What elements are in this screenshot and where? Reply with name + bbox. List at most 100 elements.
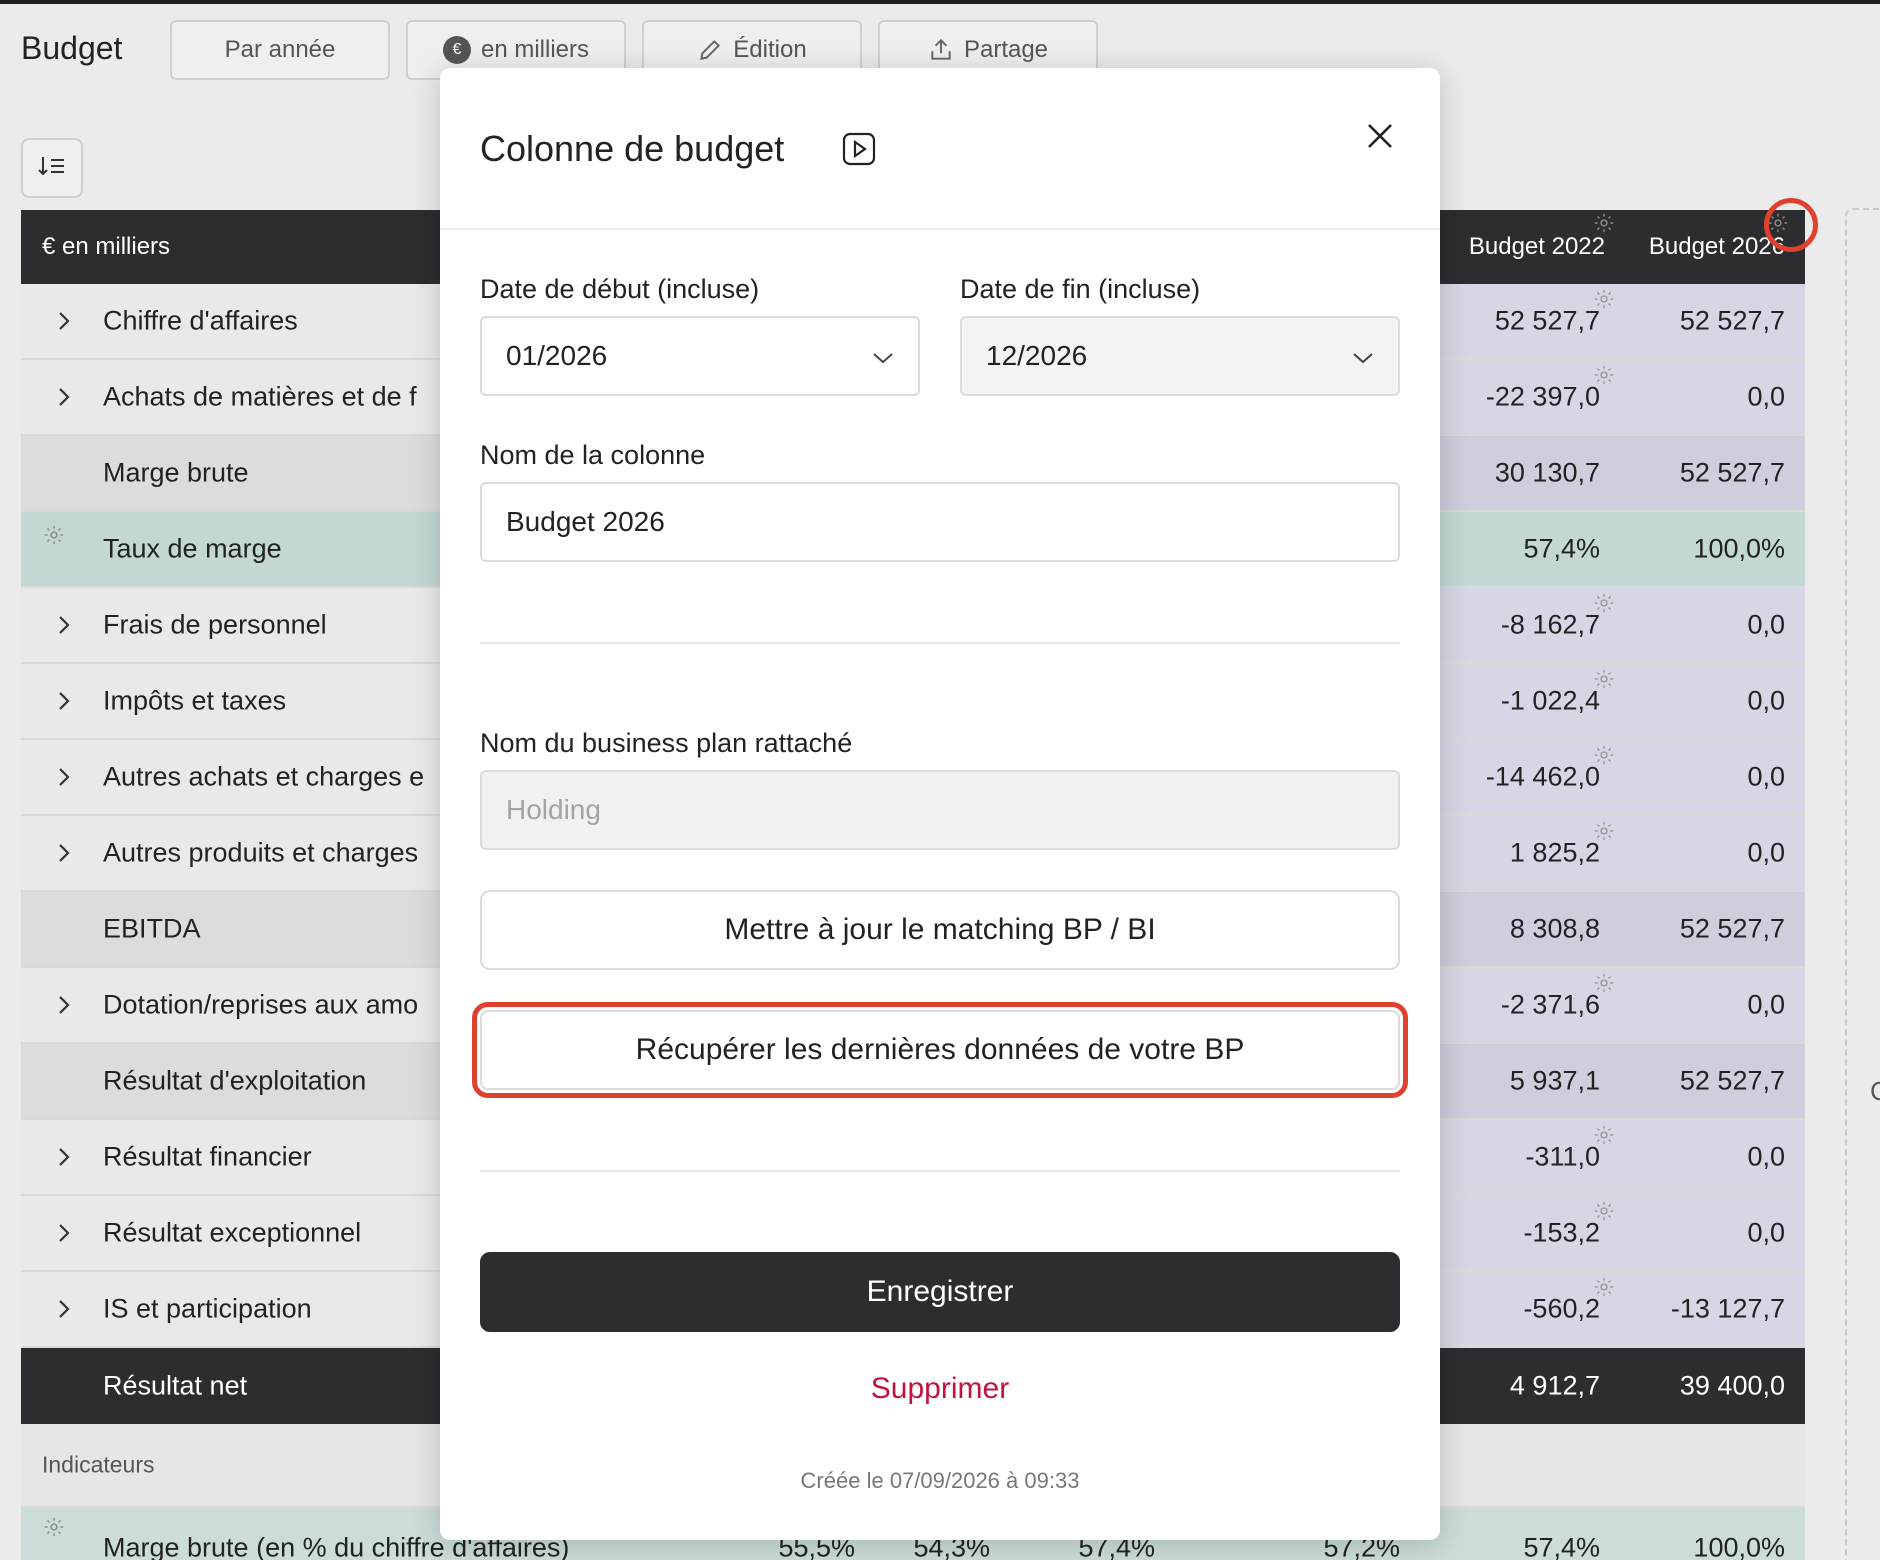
row-label: Autres achats et charges e [103, 761, 425, 792]
gear-icon[interactable] [43, 524, 65, 546]
cell-budget-2022: -311,0 [1525, 1141, 1600, 1172]
cell-budget-2026: 0,0 [1747, 1141, 1785, 1172]
row-label: Résultat net [103, 1370, 248, 1401]
budget-column-modal: Colonne de budget Date de début (incluse… [440, 68, 1440, 1540]
period-button[interactable]: Par année [170, 20, 390, 80]
cell-budget-2022: 52 527,7 [1494, 305, 1600, 336]
business-plan-value: Holding [506, 794, 601, 825]
modal-title: Colonne de budget [480, 128, 785, 169]
edit-button-label: Édition [733, 36, 807, 63]
cell-budget-2026: 52 527,7 [1679, 305, 1785, 336]
cell-budget-2026: 39 400,0 [1679, 1370, 1785, 1401]
end-date-select[interactable]: 12/2026 [960, 316, 1400, 396]
cell-budget-2026: -13 127,7 [1670, 1293, 1785, 1324]
share-button-label: Partage [963, 36, 1049, 63]
cell-budget-2022: 4 912,7 [1509, 1370, 1600, 1401]
close-icon[interactable] [1360, 116, 1400, 156]
pencil-icon [697, 37, 723, 63]
chevron-right-icon[interactable] [57, 1146, 71, 1168]
fetch-latest-bp-button[interactable]: Récupérer les dernières données de votre… [472, 1002, 1408, 1098]
row-label: Résultat financier [103, 1141, 312, 1172]
unit-button-label: en milliers [480, 36, 590, 63]
cell-budget-2026: 0,0 [1747, 761, 1785, 792]
video-tutorial-icon[interactable] [842, 132, 876, 166]
chevron-down-icon [1352, 340, 1374, 372]
cell-budget-2026: 0,0 [1747, 685, 1785, 716]
euro-icon: € [442, 36, 471, 64]
end-date-label: Date de fin (incluse) [960, 274, 1201, 304]
update-matching-label: Mettre à jour le matching BP / BI [724, 913, 1156, 946]
top-border [0, 0, 1880, 4]
modal-header-divider [440, 228, 1440, 230]
cell-budget-2022: 8 308,8 [1509, 913, 1600, 944]
chevron-right-icon[interactable] [57, 614, 71, 636]
cell-budget-2022: -14 462,0 [1485, 761, 1600, 792]
end-date-value: 12/2026 [986, 340, 1088, 371]
unit-header-label: € en milliers [42, 233, 171, 260]
period-button-label: Par année [224, 36, 336, 63]
chevron-right-icon[interactable] [57, 386, 71, 408]
cell-budget-2022: 57,4% [1523, 1532, 1600, 1560]
sort-icon [38, 154, 66, 183]
gear-icon[interactable] [43, 1516, 65, 1538]
highlight-circle [1764, 198, 1818, 252]
modal-separator [480, 1170, 1400, 1172]
cell-budget-2022: 5 937,1 [1509, 1065, 1600, 1096]
chevron-right-icon[interactable] [57, 690, 71, 712]
cell-budget-2026: 0,0 [1747, 381, 1785, 412]
delete-button[interactable]: Supprimer [480, 1372, 1400, 1406]
column-header-budget-2026: Budget 2026 [1648, 233, 1785, 260]
cell-budget-2022: -2 371,6 [1500, 989, 1600, 1020]
section-label: Indicateurs [42, 1451, 155, 1478]
gear-icon[interactable] [1593, 212, 1615, 234]
cell-budget-2026: 100,0% [1693, 533, 1785, 564]
cell-budget-2022: 57,4% [1523, 533, 1600, 564]
row-label: Impôts et taxes [103, 685, 287, 716]
side-panel-char: C [1870, 1076, 1880, 1106]
chevron-right-icon[interactable] [57, 1222, 71, 1244]
row-label: Résultat exceptionnel [103, 1217, 362, 1248]
save-button-label: Enregistrer [866, 1275, 1014, 1308]
column-name-label: Nom de la colonne [480, 440, 706, 470]
cell-budget-2022: -8 162,7 [1500, 609, 1600, 640]
row-label: Achats de matières et de f [103, 381, 417, 412]
sort-button[interactable] [21, 138, 83, 198]
cell-budget-2026: 52 527,7 [1679, 913, 1785, 944]
page-title: Budget [21, 30, 123, 66]
cell-budget-2026: 0,0 [1747, 837, 1785, 868]
row-label: Résultat d'exploitation [103, 1065, 367, 1096]
chevron-right-icon[interactable] [57, 842, 71, 864]
row-label: Dotation/reprises aux amo [103, 989, 419, 1020]
row-label: Marge brute [103, 457, 249, 488]
row-label: Taux de marge [103, 533, 282, 564]
cell-budget-2022: -153,2 [1523, 1217, 1600, 1248]
modal-separator [480, 642, 1400, 644]
share-icon [928, 37, 954, 63]
start-date-label: Date de début (incluse) [480, 274, 760, 304]
start-date-value: 01/2026 [506, 340, 608, 371]
row-label: IS et participation [103, 1293, 312, 1324]
business-plan-field: Holding [480, 770, 1400, 850]
row-label: EBITDA [103, 913, 201, 944]
row-label: Frais de personnel [103, 609, 327, 640]
business-plan-label: Nom du business plan rattaché [480, 728, 853, 758]
chevron-right-icon[interactable] [57, 994, 71, 1016]
cell-budget-2022: -1 022,4 [1500, 685, 1600, 716]
column-header-budget-2022: Budget 2022 [1468, 233, 1605, 260]
save-button[interactable]: Enregistrer [480, 1252, 1400, 1332]
chevron-right-icon[interactable] [57, 310, 71, 332]
chevron-right-icon[interactable] [57, 766, 71, 788]
cell-budget-2022: 30 130,7 [1494, 457, 1600, 488]
update-matching-button[interactable]: Mettre à jour le matching BP / BI [480, 890, 1400, 970]
chevron-right-icon[interactable] [57, 1298, 71, 1320]
cell-budget-2026: 100,0% [1693, 1532, 1785, 1560]
cell-budget-2026: 52 527,7 [1679, 1065, 1785, 1096]
fetch-latest-bp-label: Récupérer les dernières données de votre… [635, 1033, 1245, 1066]
add-column-dropzone[interactable] [1845, 208, 1880, 1560]
cell-budget-2026: 52 527,7 [1679, 457, 1785, 488]
start-date-select[interactable]: 01/2026 [480, 316, 920, 396]
row-label: Autres produits et charges [103, 837, 419, 868]
cell-budget-2022: -22 397,0 [1485, 381, 1600, 412]
cell-budget-2026: 0,0 [1747, 1217, 1785, 1248]
column-name-input[interactable] [480, 482, 1400, 562]
